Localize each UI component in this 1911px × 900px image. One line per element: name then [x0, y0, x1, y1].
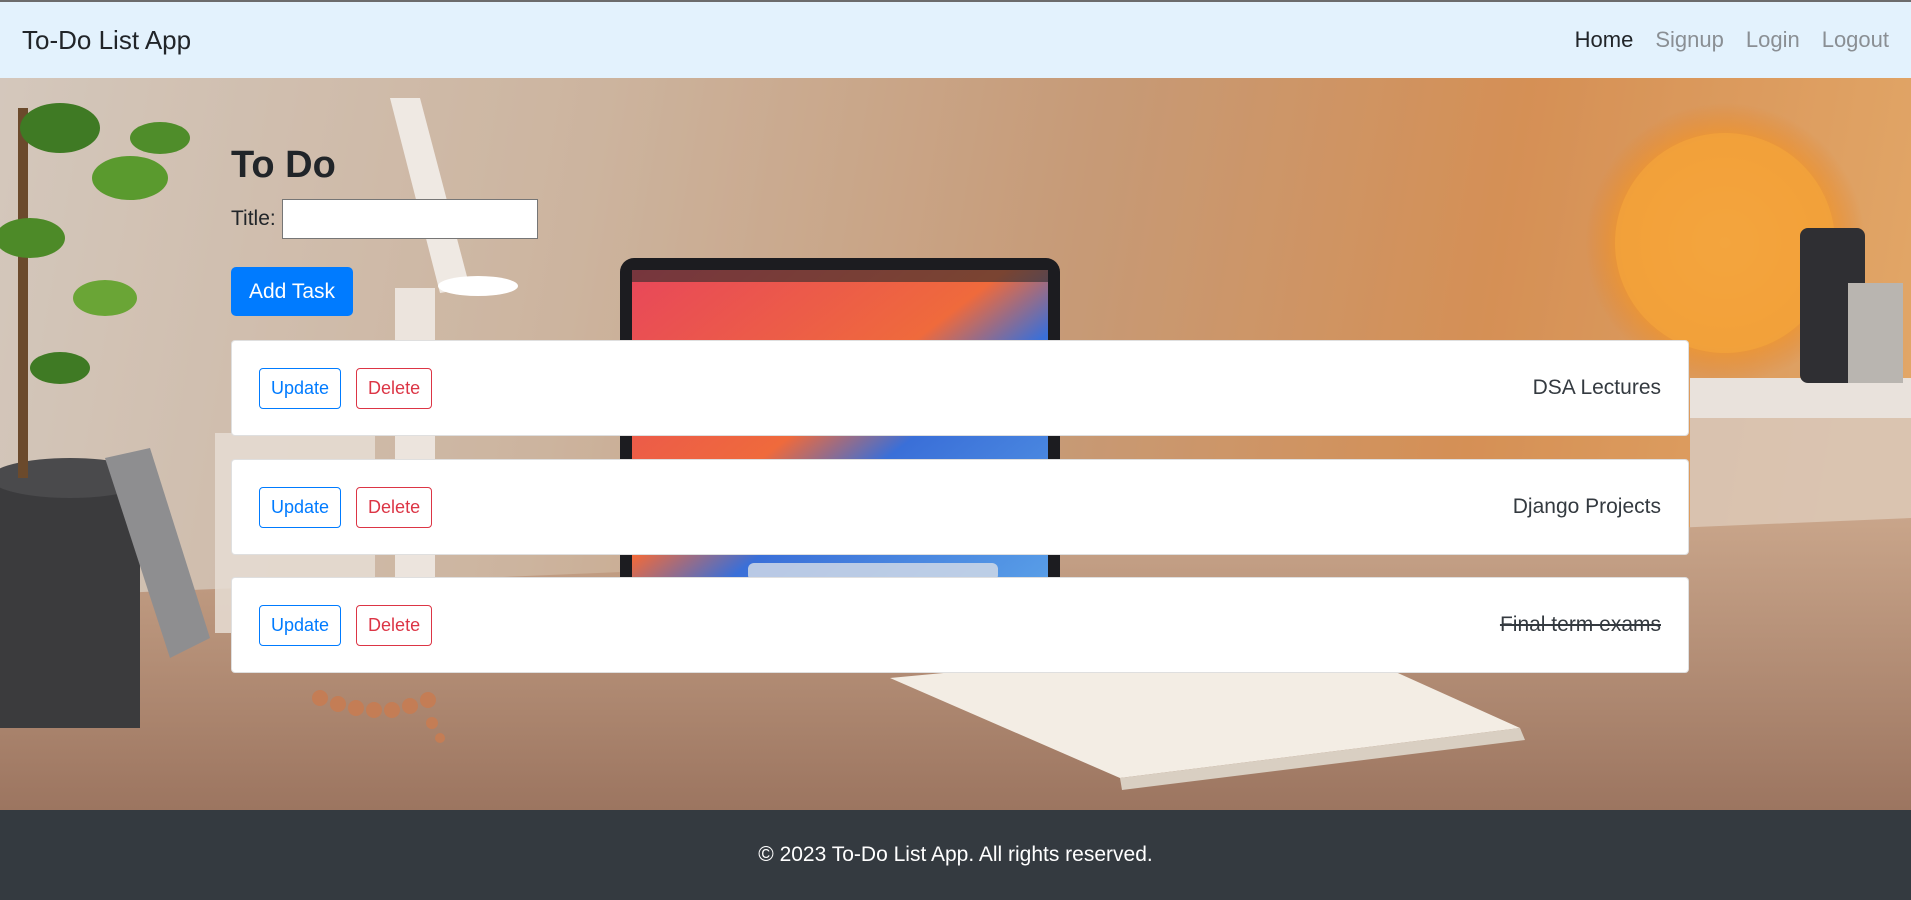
task-form: Title: — [231, 199, 538, 239]
update-button[interactable]: Update — [259, 367, 342, 409]
delete-button[interactable]: Delete — [356, 486, 433, 528]
page-title: To Do — [231, 144, 336, 186]
hero-section: To Do Title: Add Task Update Delete DSA … — [0, 78, 1911, 810]
task-title: DSA Lectures — [1532, 376, 1661, 399]
nav-links: Home Signup Login Logout — [1575, 27, 1889, 53]
task-title: Django Projects — [1512, 495, 1661, 518]
task-item: Update Delete DSA Lectures — [231, 340, 1689, 436]
task-actions: Update Delete — [259, 604, 433, 646]
delete-button[interactable]: Delete — [356, 367, 433, 409]
task-item: Update Delete Django Projects — [231, 459, 1689, 555]
copyright-text: © 2023 To-Do List App. All rights reserv… — [758, 843, 1153, 866]
title-input[interactable] — [281, 199, 538, 239]
task-item: Update Delete Final term exams — [231, 577, 1689, 673]
brand-link[interactable]: To-Do List App — [22, 25, 191, 56]
desk-background-image — [0, 78, 1911, 810]
task-actions: Update Delete — [259, 486, 433, 528]
nav-link-home[interactable]: Home — [1575, 27, 1634, 52]
task-title-completed: Final term exams — [1499, 613, 1661, 636]
nav-link-signup[interactable]: Signup — [1655, 27, 1724, 52]
nav-link-logout[interactable]: Logout — [1822, 27, 1889, 52]
update-button[interactable]: Update — [259, 486, 342, 528]
delete-button[interactable]: Delete — [356, 604, 433, 646]
update-button[interactable]: Update — [259, 604, 342, 646]
title-label: Title: — [231, 207, 276, 230]
task-actions: Update Delete — [259, 367, 433, 409]
add-task-button[interactable]: Add Task — [231, 267, 353, 316]
nav-link-login[interactable]: Login — [1746, 27, 1800, 52]
footer: © 2023 To-Do List App. All rights reserv… — [0, 810, 1911, 900]
navbar: To-Do List App Home Signup Login Logout — [0, 2, 1911, 78]
